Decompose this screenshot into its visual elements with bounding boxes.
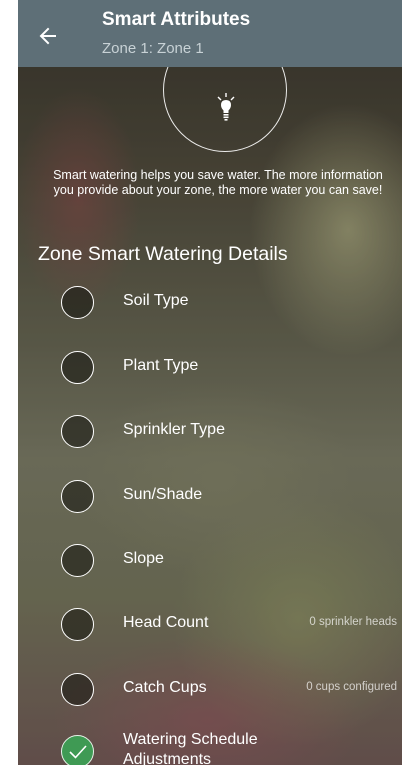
detail-item-watering-schedule-adjustments[interactable]: Watering Schedule Adjustments: [18, 730, 402, 765]
detail-item-label: Sun/Shade: [123, 486, 203, 503]
header-subtitle: Zone 1: Zone 1: [102, 40, 204, 57]
detail-item-plant-type[interactable]: Plant Type: [18, 346, 402, 392]
detail-item-label: Plant Type: [123, 357, 199, 374]
detail-item-label: Watering Schedule Adjustments: [123, 731, 258, 765]
detail-item-label: Sprinkler Type: [123, 421, 225, 438]
status-circle: [61, 544, 94, 577]
detail-item-label: Soil Type: [123, 292, 189, 309]
lightbulb-icon: [217, 93, 235, 121]
detail-item-value: 0 sprinkler heads: [309, 616, 397, 628]
detail-item-soil-type[interactable]: Soil Type: [18, 281, 402, 327]
checkmark-icon: [69, 745, 87, 759]
detail-item-catch-cups[interactable]: Catch Cups 0 cups configured: [18, 668, 402, 714]
smart-attributes-screen: Smart Attributes Zone 1: Zone 1 Smart wa…: [18, 0, 402, 765]
page: Smart Attributes Zone 1: Zone 1 Smart wa…: [0, 0, 413, 765]
detail-item-label: Slope: [123, 550, 164, 567]
app-header: Smart Attributes Zone 1: Zone 1: [18, 0, 402, 67]
arrow-left-icon: [39, 27, 56, 45]
details-list: Soil Type Plant Type Sprinkler Type Sun/…: [18, 0, 402, 765]
status-circle: [61, 415, 94, 448]
status-circle: [61, 480, 94, 513]
status-circle: [61, 608, 94, 641]
detail-item-label: Catch Cups: [123, 679, 207, 696]
status-circle: [61, 286, 94, 319]
back-button[interactable]: [28, 16, 68, 56]
detail-item-sun-shade[interactable]: Sun/Shade: [18, 475, 402, 521]
detail-item-slope[interactable]: Slope: [18, 539, 402, 585]
detail-item-label: Head Count: [123, 614, 209, 631]
status-circle: [61, 351, 94, 384]
status-circle: [61, 673, 94, 706]
detail-item-sprinkler-type[interactable]: Sprinkler Type: [18, 410, 402, 456]
status-circle-completed: [61, 735, 94, 765]
detail-item-head-count[interactable]: Head Count 0 sprinkler heads: [18, 603, 402, 649]
header-title: Smart Attributes: [102, 9, 251, 30]
detail-item-value: 0 cups configured: [306, 681, 397, 693]
